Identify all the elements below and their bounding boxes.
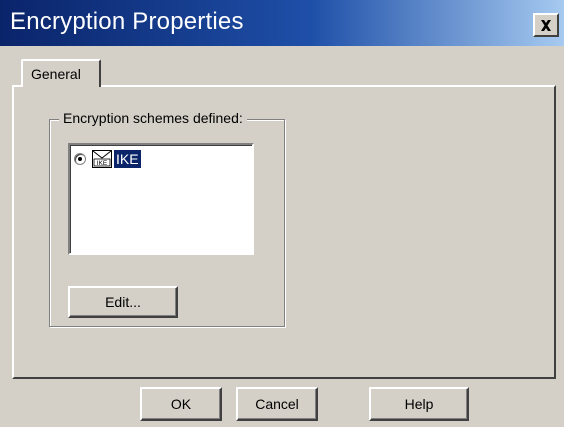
title-bar[interactable]: Encryption Properties (0, 0, 564, 46)
ok-button[interactable]: OK (140, 387, 222, 421)
cancel-button[interactable]: Cancel (236, 387, 318, 421)
encryption-schemes-label: Encryption schemes defined: (59, 110, 247, 126)
ike-radio-button[interactable] (74, 153, 86, 165)
encryption-schemes-list[interactable]: IKE IKE (68, 143, 254, 255)
ike-scheme-label: IKE (114, 150, 141, 168)
close-icon (541, 19, 551, 31)
tab-general[interactable]: General (21, 59, 101, 87)
help-button[interactable]: Help (369, 387, 469, 421)
close-button[interactable] (533, 13, 559, 37)
radio-selected-dot (78, 157, 82, 161)
svg-text:IKE: IKE (97, 160, 108, 167)
tab-general-label: General (31, 66, 81, 82)
edit-button[interactable]: Edit... (68, 286, 178, 318)
ike-icon: IKE (92, 150, 112, 168)
list-item-ike[interactable]: IKE IKE (74, 149, 141, 169)
encryption-properties-dialog: Encryption Properties General Encryption… (0, 0, 564, 427)
window-title: Encryption Properties (10, 8, 244, 35)
